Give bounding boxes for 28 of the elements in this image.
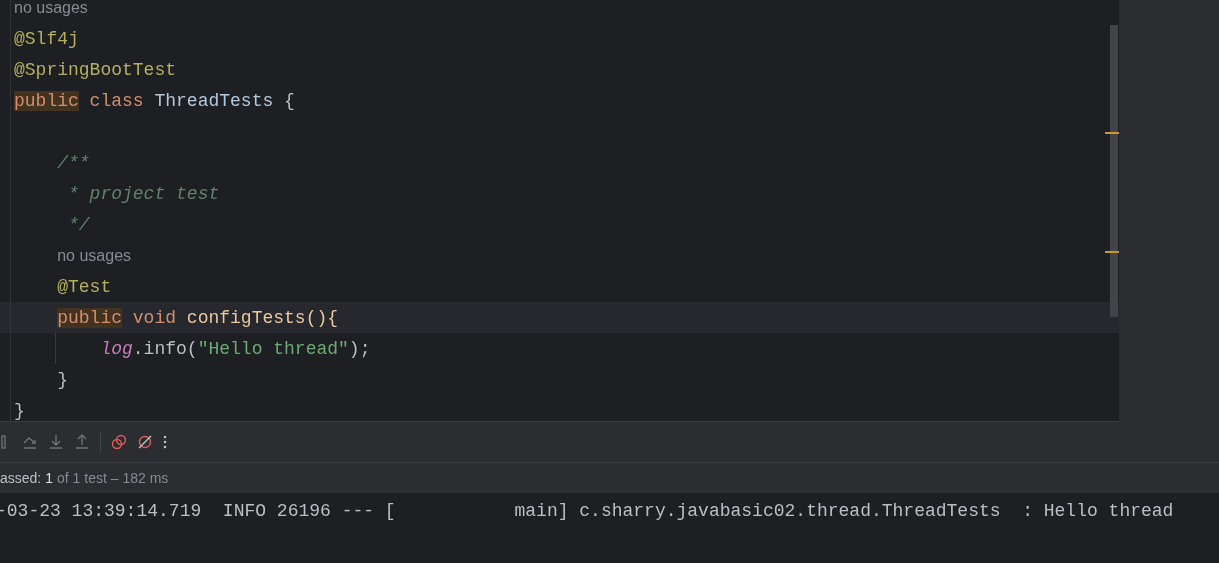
class-name: ThreadTests: [154, 90, 274, 111]
arrow-up-icon[interactable]: [74, 434, 90, 450]
code-text: .info(: [132, 338, 198, 359]
code-editor[interactable]: no usages @Slf4j @SpringBootTest public class ThreadTests { /** * project test */ no usages @Test public void configTests(){ log.info("Hello thread"); } }: [0, 0, 1119, 422]
keyword-text: class: [89, 90, 144, 111]
code-text: );: [348, 338, 371, 359]
test-status: assed: 1 of 1 test – 182 ms: [0, 470, 169, 486]
keyword-text: void: [132, 307, 177, 328]
code-text: {: [284, 90, 295, 111]
breakpoints-icon[interactable]: [111, 434, 127, 450]
keyword-text: public: [57, 307, 122, 328]
doc-comment: /**: [57, 152, 90, 173]
usage-hint: no usages: [14, 0, 88, 17]
code-text: }: [57, 369, 68, 390]
doc-comment: */: [67, 214, 90, 235]
usage-hint: no usages: [57, 246, 132, 265]
arrow-down-icon[interactable]: [48, 434, 64, 450]
doc-comment: * project test: [67, 183, 220, 204]
method-name: configTests(){: [186, 307, 339, 328]
code-text: }: [14, 400, 25, 421]
mute-breakpoints-icon[interactable]: [137, 434, 153, 450]
string-literal: "Hello thread": [197, 338, 349, 359]
field-name: log: [100, 338, 133, 359]
annotation-text: @SpringBootTest: [14, 59, 177, 80]
more-icon[interactable]: [163, 435, 167, 449]
keyword-text: public: [14, 90, 79, 111]
annotation-text: @Test: [57, 276, 112, 297]
annotation-text: @Slf4j: [14, 28, 79, 49]
